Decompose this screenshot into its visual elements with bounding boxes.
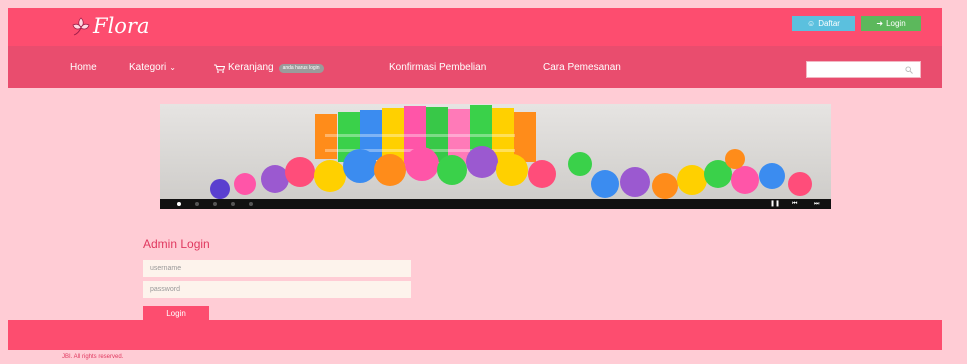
register-button[interactable]: ☺ Daftar <box>792 16 855 31</box>
search-input[interactable] <box>806 61 921 78</box>
sign-in-icon: ➜ <box>876 19 884 28</box>
logo[interactable]: Flora <box>70 13 150 37</box>
nav-howto-label: Cara Pemesanan <box>543 62 621 73</box>
nav-how-to-order[interactable]: Cara Pemesanan <box>543 62 621 74</box>
slide-image <box>160 104 831 199</box>
slide-dot[interactable] <box>213 202 217 206</box>
users-icon: ☺ <box>807 19 816 28</box>
slide-dot[interactable] <box>231 202 235 206</box>
copyright-text: JBI. All rights reserved. <box>62 354 124 360</box>
nav-purchase-confirmation[interactable]: Konfirmasi Pembelian <box>389 62 486 74</box>
login-button[interactable]: ➜ Login <box>861 16 921 31</box>
nav-category-label: Kategori <box>129 62 167 73</box>
register-label: Daftar <box>818 19 840 28</box>
nav-home-label: Home <box>70 62 97 73</box>
nav-home[interactable]: Home <box>70 62 97 74</box>
password-placeholder: password <box>150 286 180 293</box>
admin-login-title: Admin Login <box>143 237 210 251</box>
nav-confirm-label: Konfirmasi Pembelian <box>389 62 487 73</box>
slider-controls: ❚❚ ⏮ ⏭ <box>160 199 831 209</box>
nav-cart-label: Keranjang <box>228 62 274 73</box>
pause-icon[interactable]: ❚❚ <box>770 200 780 208</box>
previous-icon[interactable]: ⏮ <box>792 200 797 208</box>
nav-category-dropdown[interactable]: Kategori ⌄ <box>129 62 176 74</box>
login-submit-button[interactable]: Login <box>143 306 209 320</box>
cart-status-badge: anda harus login <box>278 63 324 73</box>
slide-dot[interactable] <box>249 202 253 206</box>
next-icon[interactable]: ⏭ <box>814 200 819 208</box>
image-slider[interactable]: ❚❚ ⏮ ⏭ <box>160 104 831 209</box>
username-input[interactable]: username <box>143 260 411 277</box>
password-input[interactable]: password <box>143 281 411 298</box>
slide-dot[interactable] <box>177 202 181 206</box>
username-placeholder: username <box>150 265 182 272</box>
flower-logo-icon <box>72 17 90 36</box>
footer-bar <box>8 320 942 350</box>
nav-cart[interactable]: Keranjang anda harus login <box>214 62 324 74</box>
login-label: Login <box>886 19 906 28</box>
logo-text: Flora <box>93 14 150 38</box>
login-submit-label: Login <box>166 308 186 318</box>
search-icon[interactable] <box>905 66 913 74</box>
cart-icon <box>214 64 225 73</box>
slide-dot[interactable] <box>195 202 199 206</box>
chevron-down-icon: ⌄ <box>169 63 176 72</box>
